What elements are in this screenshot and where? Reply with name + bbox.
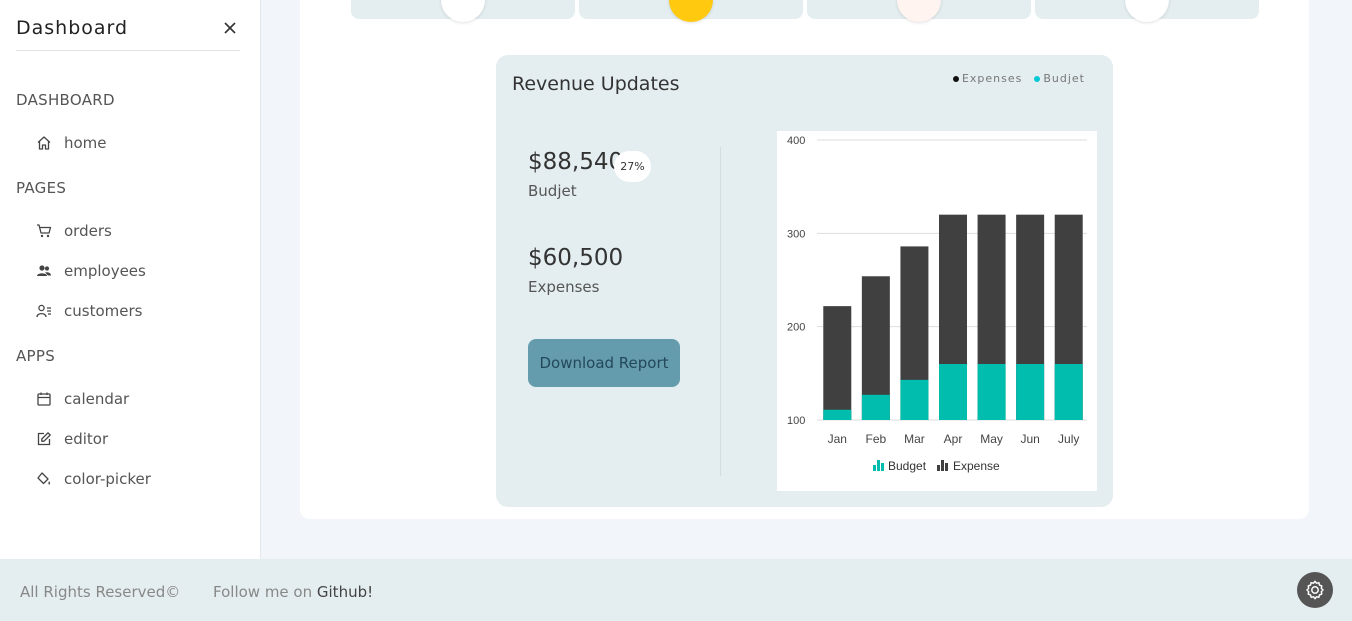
footer-rights: All Rights Reserved© [20, 583, 181, 601]
bar-budget [1016, 364, 1045, 420]
sidebar-item-label: color-picker [64, 470, 151, 488]
legend-budget-icon [873, 465, 876, 471]
expenses-label: Expenses [528, 278, 600, 296]
sidebar: Dashboard DASHBOARD home PAGES orders em… [0, 0, 261, 621]
x-tick-label: Mar [904, 432, 925, 446]
settings-button[interactable] [1297, 572, 1333, 608]
x-tick-label: Jun [1020, 432, 1039, 446]
footer-follow: Follow me on Github! [213, 583, 373, 601]
sidebar-item-label: employees [64, 262, 146, 280]
bar-budget [861, 394, 890, 420]
bar-budget [900, 379, 929, 420]
stat-card [807, 0, 1031, 22]
close-icon[interactable] [220, 18, 240, 38]
revenue-legend: Expenses Budjet [952, 72, 1085, 85]
expenses-amount: $60,500 [528, 245, 624, 271]
revenue-chart: 100 200 300 400 Jan Feb Mar Apr May Jun July Budget… [777, 131, 1097, 491]
footer: All Rights Reserved© Follow me on Github… [0, 559, 1352, 621]
stat-icon-circle [897, 0, 941, 22]
stat-icon-circle [441, 0, 485, 22]
legend-expenses: Expenses [952, 72, 1022, 85]
y-tick-label: 100 [787, 415, 805, 427]
bar-budget [823, 409, 852, 420]
stat-icon-circle [1125, 0, 1169, 22]
sidebar-item-color-picker[interactable]: color-picker [36, 467, 151, 491]
sidebar-title: Dashboard [16, 17, 129, 39]
x-tick-label: Feb [866, 432, 887, 446]
bar-budget [939, 364, 967, 420]
legend-budget-label: Budget [888, 459, 927, 473]
legend-budget-icon [877, 460, 880, 471]
sidebar-item-label: home [64, 134, 107, 152]
x-tick-label: July [1058, 432, 1079, 446]
sidebar-item-customers[interactable]: customers [36, 299, 142, 323]
bar-budget [977, 364, 1006, 420]
budget-amount: $88,540 [528, 149, 624, 175]
stat-card [1035, 0, 1259, 22]
sidebar-item-home[interactable]: home [36, 131, 107, 155]
section-apps: APPS [16, 347, 56, 365]
github-link[interactable]: Github! [317, 583, 373, 601]
sidebar-item-employees[interactable]: employees [36, 259, 146, 283]
legend-budget: Budjet [1034, 72, 1085, 85]
budget-label: Budjet [528, 182, 577, 200]
stat-card [579, 0, 803, 22]
download-report-button[interactable]: Download Report [528, 339, 680, 387]
sidebar-item-orders[interactable]: orders [36, 219, 112, 243]
gear-icon [1306, 580, 1324, 600]
sidebar-item-calendar[interactable]: calendar [36, 387, 129, 411]
legend-expense-label: Expense [953, 459, 1000, 473]
y-tick-label: 200 [787, 322, 805, 334]
x-tick-label: Apr [944, 432, 963, 446]
user-list-icon [36, 304, 51, 318]
y-tick-label: 300 [787, 228, 805, 240]
x-tick-label: Jan [828, 432, 847, 446]
legend-dot-icon [952, 75, 959, 82]
x-tick-label: May [980, 432, 1003, 446]
stat-card [351, 0, 575, 22]
legend-expense-icon [945, 463, 948, 471]
budget-percent-badge: 27% [614, 151, 651, 182]
stat-icon-circle [669, 0, 713, 22]
sidebar-item-label: customers [64, 302, 143, 320]
footer-follow-prefix: Follow me on [213, 583, 317, 601]
legend-expense-icon [937, 465, 940, 471]
section-dashboard: DASHBOARD [16, 91, 115, 109]
users-icon [37, 265, 51, 276]
home-icon [37, 136, 51, 150]
legend-budget-icon [881, 463, 884, 471]
y-tick-label: 400 [787, 135, 805, 147]
sidebar-item-label: calendar [64, 390, 130, 408]
sidebar-item-label: orders [64, 222, 112, 240]
sidebar-header: Dashboard [16, 14, 240, 51]
vertical-divider [720, 147, 721, 476]
paint-bucket-icon [37, 472, 51, 485]
section-pages: PAGES [16, 179, 67, 197]
stacked-bar-chart: 100 200 300 400 Jan Feb Mar Apr May Jun July Budget… [787, 135, 1087, 473]
bar-expense [823, 306, 852, 420]
calendar-icon [37, 392, 51, 406]
revenue-title: Revenue Updates [512, 73, 680, 95]
edit-icon [37, 432, 51, 446]
bar-budget [1054, 364, 1083, 420]
legend-dot-icon [1034, 75, 1041, 82]
sidebar-item-editor[interactable]: editor [36, 427, 108, 451]
legend-expense-icon [941, 460, 944, 471]
sidebar-item-label: editor [64, 430, 109, 448]
cart-icon [37, 224, 52, 238]
